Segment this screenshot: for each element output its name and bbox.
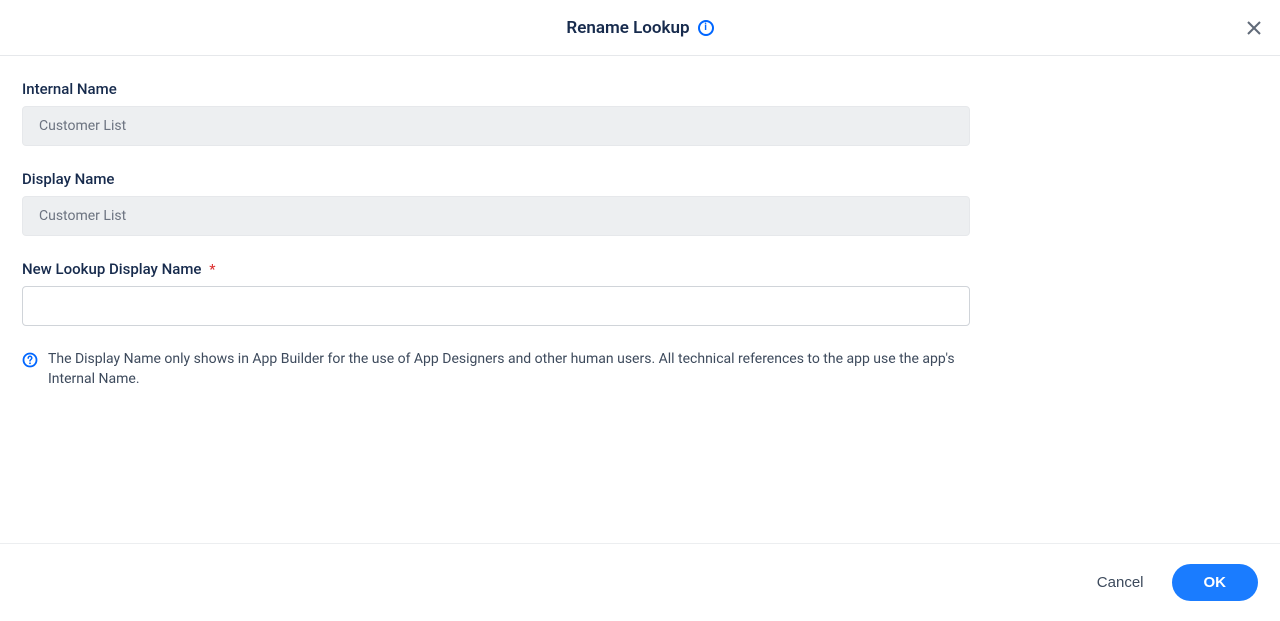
close-button[interactable] <box>1240 14 1268 42</box>
internal-name-value: Customer List <box>39 118 126 134</box>
ok-button[interactable]: OK <box>1172 564 1259 601</box>
internal-name-group: Internal Name Customer List <box>22 80 1258 146</box>
help-text: The Display Name only shows in App Build… <box>48 350 976 389</box>
required-asterisk: * <box>209 262 215 278</box>
internal-name-label: Internal Name <box>22 80 1258 98</box>
new-display-name-label: New Lookup Display Name * <box>22 260 1258 278</box>
modal-title-text: Rename Lookup <box>566 18 689 38</box>
help-row: The Display Name only shows in App Build… <box>22 350 1258 389</box>
modal-body: Internal Name Customer List Display Name… <box>0 56 1280 543</box>
display-name-value: Customer List <box>39 208 126 224</box>
modal-footer: Cancel OK <box>0 543 1280 621</box>
modal-title: Rename Lookup i <box>566 18 713 38</box>
internal-name-field: Customer List <box>22 106 970 146</box>
cancel-button[interactable]: Cancel <box>1093 568 1148 597</box>
new-display-name-group: New Lookup Display Name * <box>22 260 1258 326</box>
info-icon[interactable]: i <box>698 20 714 36</box>
new-display-name-input[interactable] <box>22 286 970 326</box>
display-name-label: Display Name <box>22 170 1258 188</box>
new-display-name-label-text: New Lookup Display Name <box>22 260 201 278</box>
close-icon <box>1246 20 1262 36</box>
help-question-icon <box>22 352 38 368</box>
modal-header: Rename Lookup i <box>0 0 1280 56</box>
display-name-group: Display Name Customer List <box>22 170 1258 236</box>
display-name-field: Customer List <box>22 196 970 236</box>
rename-lookup-modal: Rename Lookup i Internal Name Customer L… <box>0 0 1280 621</box>
